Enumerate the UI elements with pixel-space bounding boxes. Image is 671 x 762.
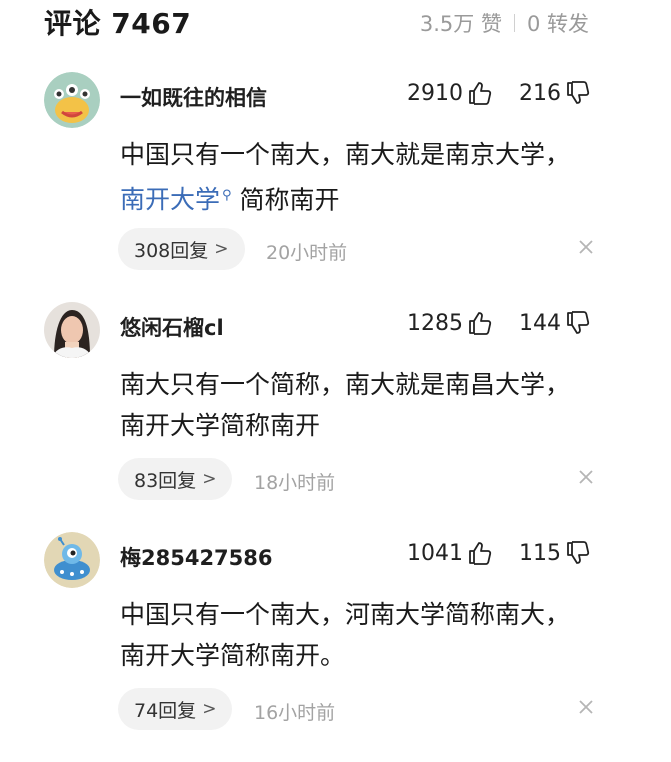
comment-text: 南大只有一个简称，南大就是南昌大学，南开大学简称南开	[120, 370, 571, 440]
comment-text-part: 中国只有一个南大，南大就是南京大学，	[120, 140, 571, 169]
thumbs-down-icon[interactable]	[565, 540, 591, 566]
replies-button[interactable]: 308回复 >	[118, 228, 245, 270]
thumbs-down-icon[interactable]	[565, 80, 591, 106]
like-count: 1285	[407, 310, 463, 336]
thumbs-up-icon[interactable]	[467, 540, 493, 566]
comment-time: 16小时前	[254, 702, 336, 724]
search-icon: ⚲	[222, 188, 232, 203]
replies-label: 74回复	[134, 699, 197, 722]
avatar[interactable]	[44, 302, 100, 358]
avatar[interactable]	[44, 72, 100, 128]
replies-label: 83回复	[134, 469, 197, 492]
comments-title: 评论 7467	[44, 7, 192, 40]
vote-bar: 1285 144	[407, 310, 591, 336]
chevron-right-icon: >	[202, 469, 217, 489]
chevron-right-icon: >	[202, 699, 217, 719]
search-link-label: 南开大学	[120, 185, 221, 215]
header-stats: 3.5万 赞 0 转发	[420, 8, 589, 38]
avatar[interactable]	[44, 532, 100, 588]
close-icon[interactable]	[575, 696, 597, 718]
replies-button[interactable]: 83回复 >	[118, 458, 233, 500]
total-likes[interactable]: 3.5万 赞	[420, 8, 502, 38]
username[interactable]: 悠闲石榴cl	[120, 312, 224, 342]
close-icon[interactable]	[575, 466, 597, 488]
thumbs-up-icon[interactable]	[467, 80, 493, 106]
dislike-count: 144	[519, 310, 561, 336]
comment-text-part: 简称南开	[231, 185, 340, 215]
like-count: 2910	[407, 80, 463, 106]
close-icon[interactable]	[575, 236, 597, 258]
replies-button[interactable]: 74回复 >	[118, 688, 233, 730]
comment-item: 一如既往的相信 2910 216 中国只有一个南大，南大就是南京大学， 南开大学 ⚲…	[0, 72, 671, 302]
vote-bar: 1041 115	[407, 540, 591, 566]
comment-time: 20小时前	[266, 242, 348, 264]
thumbs-down-icon[interactable]	[565, 310, 591, 336]
thumbs-up-icon[interactable]	[467, 310, 493, 336]
dislike-count: 115	[519, 540, 561, 566]
alien-cartoon-avatar-icon	[44, 532, 100, 588]
replies-label: 308回复	[134, 239, 209, 262]
stats-divider	[513, 14, 515, 32]
like-count: 1041	[407, 540, 463, 566]
comment-text: 中国只有一个南大，河南大学简称南大，南开大学简称南开。	[120, 600, 571, 670]
woman-photo-avatar-icon	[44, 302, 100, 358]
comment-time: 18小时前	[254, 472, 336, 494]
monster-cartoon-avatar-icon	[44, 72, 100, 128]
comment-text: 中国只有一个南大，南大就是南京大学， 南开大学 ⚲ 简称南开	[120, 134, 580, 220]
comment-item: 悠闲石榴cl 1285 144 南大只有一个简称，南大就是南昌大学，南开大学简称…	[0, 302, 671, 532]
username[interactable]: 梅285427586	[120, 542, 273, 572]
comment-item: 梅285427586 1041 115 中国只有一个南大，河南大学简称南大，南开…	[0, 532, 671, 762]
chevron-right-icon: >	[214, 239, 229, 259]
username[interactable]: 一如既往的相信	[120, 82, 267, 112]
total-shares[interactable]: 0 转发	[527, 8, 589, 38]
dislike-count: 216	[519, 80, 561, 106]
vote-bar: 2910 216	[407, 80, 591, 106]
comments-header: 评论 7467 3.5万 赞 0 转发	[0, 0, 671, 44]
search-link[interactable]: 南开大学 ⚲	[120, 185, 232, 214]
